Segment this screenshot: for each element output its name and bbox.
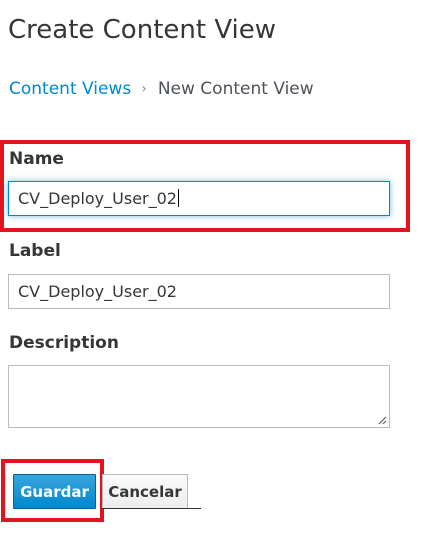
text-caret [177, 189, 179, 207]
resize-grip-icon[interactable] [377, 415, 387, 425]
save-button[interactable]: Guardar [13, 474, 96, 509]
cancel-button-label: Cancelar [108, 482, 182, 501]
breadcrumb-separator-icon: › [141, 81, 147, 97]
breadcrumb-current: New Content View [157, 79, 314, 99]
label-label: Label [9, 241, 61, 261]
name-input-value: CV_Deploy_User_02 [18, 189, 177, 208]
breadcrumb: Content Views › New Content View [9, 79, 314, 99]
label-input-value: CV_Deploy_User_02 [18, 282, 177, 301]
description-textarea[interactable] [8, 365, 390, 428]
description-label: Description [9, 333, 119, 353]
breadcrumb-content-views-link[interactable]: Content Views [9, 79, 131, 99]
cancel-button[interactable]: Cancelar [102, 474, 188, 509]
label-input[interactable]: CV_Deploy_User_02 [8, 274, 390, 309]
name-input[interactable]: CV_Deploy_User_02 [8, 181, 390, 216]
button-row-underline [102, 508, 201, 509]
save-button-label: Guardar [20, 482, 89, 501]
name-label: Name [9, 149, 64, 169]
page-title: Create Content View [8, 15, 277, 45]
